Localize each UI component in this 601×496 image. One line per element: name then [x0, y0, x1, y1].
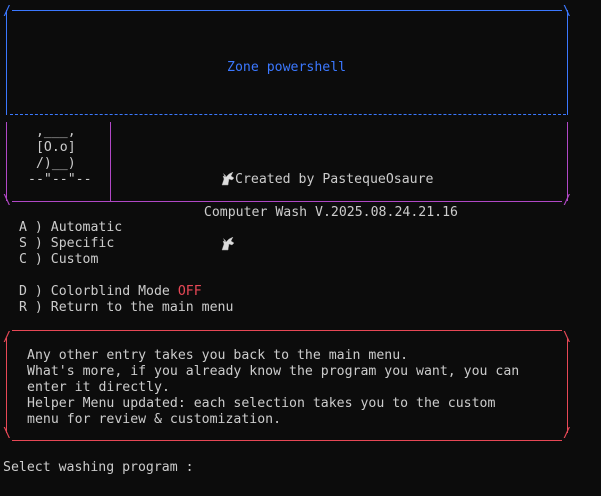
menu-label: Return to the main menu	[50, 300, 234, 315]
author-line: Created by PastequeOsaure	[235, 172, 434, 187]
mascot-line-4: --"--"--	[28, 172, 92, 187]
menu-label: Specific	[50, 236, 115, 251]
menu-key: S	[19, 236, 27, 251]
menu-key: R	[19, 300, 27, 315]
info-line-2: What's more, if you already know the pro…	[27, 364, 520, 379]
menu-item-specific[interactable]: S ) Specific	[19, 236, 114, 252]
menu-key: D	[19, 284, 27, 299]
title-box	[6, 122, 568, 201]
info-line-1: Any other entry takes you back to the ma…	[27, 348, 409, 363]
unicorn-icon	[188, 236, 236, 269]
menu-key: A	[19, 220, 27, 235]
title-box-bottom-border	[12, 201, 562, 202]
menu-item-automatic[interactable]: A ) Automatic	[19, 220, 122, 236]
menu-key: C	[19, 252, 27, 267]
info-line-4: Helper Menu updated: each selection take…	[27, 396, 496, 411]
input-prompt[interactable]: Select washing program :	[3, 460, 194, 476]
app-title: Computer Wash V.2025.08.24.21.16	[203, 205, 458, 220]
mascot-line-3: /)__)	[28, 156, 76, 171]
menu-item-return[interactable]: R ) Return to the main menu	[19, 300, 233, 316]
zone-title: Zone powershell	[227, 60, 347, 75]
menu-item-colorblind[interactable]: D ) Colorblind Mode OFF	[19, 284, 202, 300]
mascot-line-2: [O.o]	[28, 140, 76, 155]
mascot-line-1: ,___,	[28, 124, 76, 139]
title-box-separator	[110, 122, 111, 202]
menu-label: Automatic	[50, 220, 123, 235]
menu-label: Colorblind Mode	[50, 284, 170, 299]
info-box-corner-bottom-left: \	[3, 426, 11, 441]
info-box-top-border	[12, 330, 562, 331]
info-box-bottom-border	[12, 440, 562, 441]
info-box-corner-bottom-right: /	[563, 426, 571, 441]
menu-item-custom[interactable]: C ) Custom	[19, 252, 98, 268]
app-title-row: Computer Wash V.2025.08.24.21.16	[188, 140, 458, 251]
title-box-corner-left: \	[3, 193, 11, 208]
info-line-3: enter it directly.	[27, 380, 170, 395]
colorblind-status: OFF	[177, 284, 202, 299]
menu-label: Custom	[50, 252, 99, 267]
header-divider	[10, 114, 566, 115]
info-line-5: menu for review & customization.	[27, 412, 282, 427]
title-box-corner-right: /	[563, 193, 571, 208]
